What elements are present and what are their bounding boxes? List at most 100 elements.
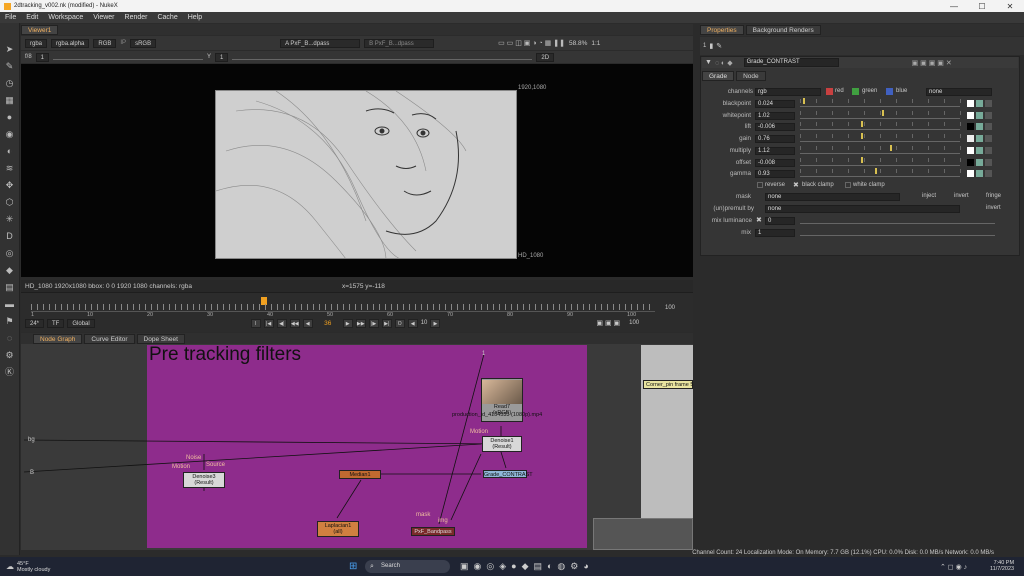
swatch-box[interactable]	[967, 159, 974, 166]
knob-slider-value-whitepoint[interactable]	[882, 110, 884, 116]
mode-dropdown[interactable]: 2D	[536, 52, 555, 62]
knob-field-multiply[interactable]: 1.12	[755, 147, 795, 155]
lock-icon[interactable]: ▮	[709, 42, 713, 50]
knob-field-lift[interactable]: -0.006	[755, 123, 795, 131]
anim-icon[interactable]	[985, 112, 992, 119]
color-wheel-icon[interactable]	[976, 159, 983, 166]
white-clamp-checkbox[interactable]	[845, 182, 851, 188]
frame-field[interactable]: 1	[35, 52, 50, 62]
mix-slider[interactable]	[800, 230, 995, 236]
start-icon[interactable]: ⊞	[349, 561, 357, 572]
color-wheel-icon[interactable]	[976, 112, 983, 119]
transform-icon[interactable]: ✥	[4, 179, 16, 191]
knob-slider-lift[interactable]	[800, 121, 961, 130]
ip-button[interactable]: IP	[120, 40, 126, 46]
max-panels-field[interactable]: 1	[703, 43, 706, 49]
swatch-box[interactable]	[967, 123, 974, 130]
pointer-icon[interactable]: ➤	[4, 43, 16, 55]
ocio-icon[interactable]: ◌	[4, 332, 16, 344]
knob-slider-gamma[interactable]	[800, 168, 961, 177]
black-clamp-checkbox[interactable]: ✖	[793, 181, 799, 189]
first-frame-button[interactable]: |◀	[263, 318, 274, 328]
display-dropdown[interactable]: RGB	[93, 38, 117, 48]
tab-dope-sheet[interactable]: Dope Sheet	[136, 333, 185, 344]
color-wheel-icon[interactable]	[976, 170, 983, 177]
toolsets-icon[interactable]: ▤	[4, 281, 16, 293]
anim-icon[interactable]	[985, 135, 992, 142]
metadata-icon[interactable]: ◆	[4, 264, 16, 276]
knob-slider-value-lift[interactable]	[861, 121, 863, 127]
menu-file[interactable]: File	[0, 14, 21, 21]
prev-key-button[interactable]: ◀|	[276, 318, 287, 328]
green-check[interactable]	[852, 88, 859, 95]
next-frame-button[interactable]: ▶▶	[355, 318, 366, 328]
filter-icon[interactable]: ◉	[4, 128, 16, 140]
denoise3-node[interactable]: Denoise3 (Result)	[183, 472, 225, 488]
menu-cache[interactable]: Cache	[152, 14, 182, 21]
step-field[interactable]: 10	[421, 320, 428, 326]
alpha-channel-dropdown[interactable]: none	[926, 88, 992, 96]
collapse-icon[interactable]: ▼	[705, 59, 712, 66]
anim-icon[interactable]	[985, 147, 992, 154]
knob-field-offset[interactable]: -0.008	[755, 159, 795, 167]
node-icons[interactable]: ◌ ◐ ◆	[715, 59, 733, 67]
swatch-box[interactable]	[967, 170, 974, 177]
gain-slider[interactable]	[53, 54, 204, 60]
keyer-icon[interactable]: ◐	[4, 145, 16, 157]
color-wheel-icon[interactable]	[976, 100, 983, 107]
maximize-button[interactable]: ☐	[968, 2, 996, 11]
zoom-value[interactable]: 58.8%	[569, 40, 587, 47]
menu-render[interactable]: Render	[120, 14, 153, 21]
knob-field-whitepoint[interactable]: 1.02	[755, 112, 795, 120]
tab-properties[interactable]: Properties	[700, 25, 744, 35]
knob-slider-value-blackpoint[interactable]	[803, 98, 805, 104]
input-b-dropdown[interactable]: B PxF_B...dpass	[364, 38, 435, 48]
channels-dropdown[interactable]: rgba	[25, 38, 48, 48]
flipbook-icon[interactable]: ▣ ▣ ▣	[596, 319, 620, 327]
other-icon[interactable]: ▬	[4, 298, 16, 310]
blue-check[interactable]	[886, 88, 893, 95]
taskbar-search[interactable]: ⌕ Search	[365, 560, 450, 573]
time-icon[interactable]: ◷	[4, 77, 16, 89]
particles-icon[interactable]: ✳	[4, 213, 16, 225]
color-icon[interactable]: ●	[4, 111, 16, 123]
timeline-ruler[interactable]: 1 10 20 30 40 50 60 70 80 90 100	[31, 297, 655, 318]
close-button[interactable]: ✕	[996, 2, 1024, 11]
input-a-dropdown[interactable]: A PxF_B...dpass	[280, 38, 361, 48]
mix-luminance-slider[interactable]	[800, 218, 995, 224]
fstop-label[interactable]: f/8	[25, 54, 32, 60]
step-forward-button[interactable]: ▶	[430, 318, 441, 328]
swatch-box[interactable]	[967, 147, 974, 154]
menu-help[interactable]: Help	[183, 14, 207, 21]
step-back-button[interactable]: ◀	[407, 318, 418, 328]
color-wheel-icon[interactable]	[976, 123, 983, 130]
anim-icon[interactable]	[985, 123, 992, 130]
fps-dropdown[interactable]: 24*	[25, 318, 45, 328]
tf-dropdown[interactable]: TF	[47, 318, 65, 328]
tab-node-graph[interactable]: Node Graph	[33, 333, 83, 344]
knob-slider-whitepoint[interactable]	[800, 110, 961, 119]
knob-slider-value-offset[interactable]	[861, 157, 863, 163]
colorspace-dropdown[interactable]: sRGB	[130, 38, 157, 48]
menu-workspace[interactable]: Workspace	[43, 14, 88, 21]
red-check[interactable]	[826, 88, 833, 95]
gamma-field[interactable]: 1	[215, 52, 229, 62]
current-frame-field[interactable]: 36	[316, 320, 340, 327]
tab-background-renders[interactable]: Background Renders	[745, 25, 821, 35]
knob-field-gamma[interactable]: 0.93	[755, 170, 795, 178]
swatch-box[interactable]	[967, 135, 974, 142]
range-dropdown[interactable]: Global	[67, 318, 95, 328]
tab-grade[interactable]: Grade	[702, 71, 735, 81]
3d-icon[interactable]: ⬡	[4, 196, 16, 208]
prev-frame-button[interactable]: ◀◀	[289, 318, 300, 328]
channels-dropdown[interactable]: rgb	[755, 88, 821, 96]
merge-icon[interactable]: ≋	[4, 162, 16, 174]
grade-node[interactable]: Grade_CONTRAST	[483, 470, 533, 478]
out-field[interactable]: 100	[629, 320, 639, 326]
cornerpin-node[interactable]: Corner_pin frame 5	[643, 380, 693, 389]
channel-icon[interactable]: ▦	[4, 94, 16, 106]
weather-icon[interactable]: ☁	[6, 562, 14, 571]
tab-curve-editor[interactable]: Curve Editor	[84, 333, 135, 344]
knob-slider-value-gamma[interactable]	[875, 168, 877, 174]
panel-action-icons[interactable]: ▣ ▣ ▣ ▣ ✕	[912, 59, 952, 67]
